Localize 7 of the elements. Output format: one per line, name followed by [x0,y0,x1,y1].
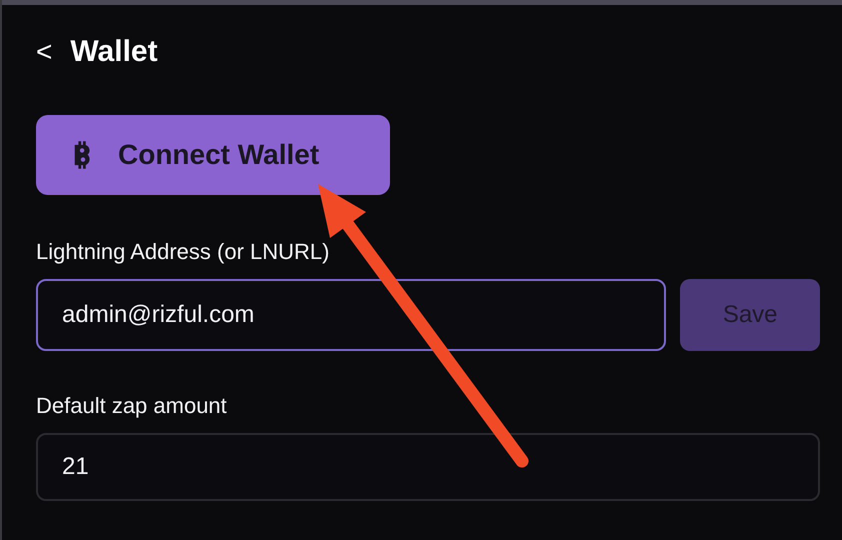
zap-amount-field[interactable]: 21 [36,433,820,501]
back-button[interactable]: < [36,38,52,66]
field-label: Lightning Address (or LNURL) [36,239,330,265]
connect-wallet-button[interactable]: Connect Wallet [36,115,390,195]
page-title: Wallet [70,35,158,69]
field-label: Default zap amount [36,393,228,419]
lightning-address-field[interactable]: admin@rizful.com [36,279,666,351]
